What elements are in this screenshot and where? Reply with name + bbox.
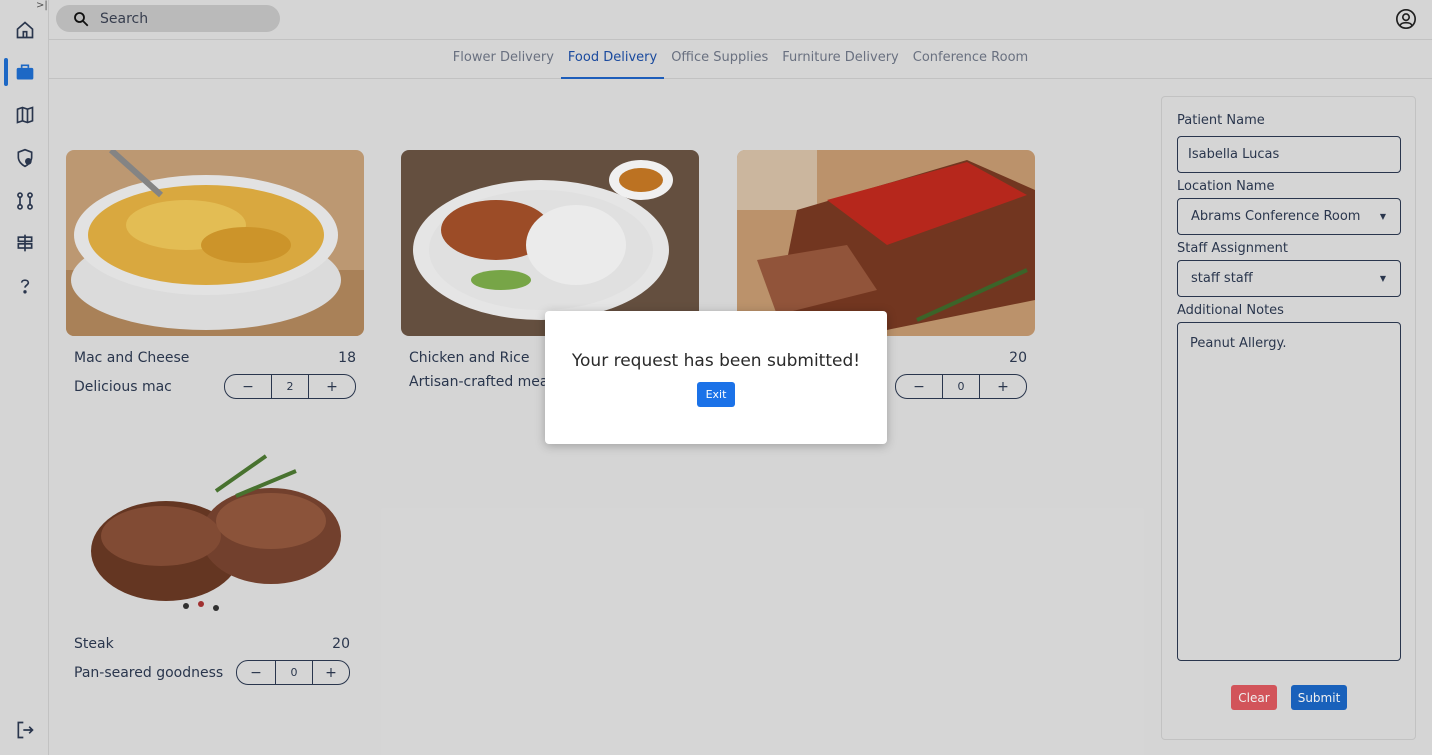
submission-dialog: Your request has been submitted! Exit bbox=[545, 311, 887, 444]
exit-button[interactable]: Exit bbox=[697, 382, 735, 407]
dialog-message: Your request has been submitted! bbox=[571, 351, 861, 371]
